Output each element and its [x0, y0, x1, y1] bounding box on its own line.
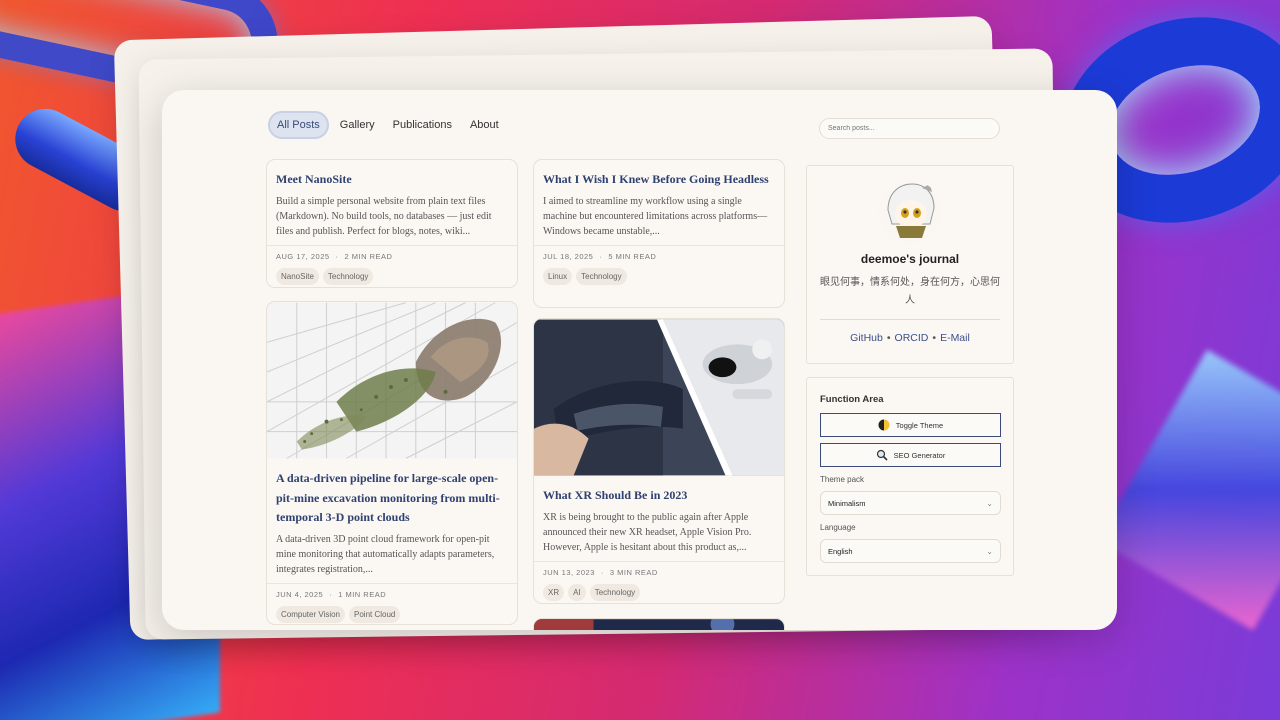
avatar[interactable]: [878, 180, 942, 244]
profile-links: GitHub • ORCID • E-Mail: [807, 332, 1013, 344]
post-excerpt: XR is being brought to the public again …: [543, 511, 752, 553]
main-nav: All Posts Gallery Publications About: [268, 111, 506, 139]
post-tag[interactable]: XR: [543, 583, 565, 601]
toggle-theme-button[interactable]: Toggle Theme: [820, 413, 1001, 437]
post-read-time: 2 MIN READ: [344, 251, 393, 261]
theme-icon: [878, 419, 890, 431]
link-separator: •: [886, 332, 891, 344]
post-title[interactable]: A data-driven pipeline for large-scale o…: [276, 469, 508, 528]
post-read-time: 1 MIN READ: [338, 589, 387, 599]
post-tag[interactable]: Point Cloud: [349, 605, 401, 623]
post-excerpt: I aimed to streamline my workflow using …: [543, 195, 768, 237]
post-card[interactable]: What I Wish I Knew Before Going Headless…: [533, 159, 785, 308]
post-meta: JUN 4, 2025 · 1 MIN READ: [267, 582, 517, 599]
post-date: JUN 13, 2023: [543, 567, 595, 577]
nav-publications[interactable]: Publications: [386, 112, 459, 138]
post-meta: JUL 18, 2025 · 5 MIN READ: [534, 244, 784, 261]
language-label: Language: [820, 523, 856, 532]
post-date: JUN 4, 2025: [276, 589, 324, 599]
post-tag[interactable]: NanoSite: [276, 267, 319, 285]
seo-generator-button[interactable]: SEO Generator: [820, 443, 1001, 467]
link-separator: •: [932, 332, 937, 344]
function-area: Function Area Toggle Theme SEO Generator…: [806, 377, 1014, 576]
theme-pack-value: Minimalism: [828, 498, 866, 508]
post-thumbnail-xr[interactable]: [534, 319, 784, 476]
github-link[interactable]: GitHub: [850, 332, 883, 344]
theme-pack-label: Theme pack: [820, 475, 865, 484]
nav-about[interactable]: About: [463, 112, 506, 138]
post-thumbnail-point-cloud[interactable]: [267, 302, 517, 459]
nav-all-posts[interactable]: All Posts: [268, 111, 329, 139]
theme-pack-select[interactable]: Minimalism ⌄: [820, 491, 1001, 515]
browser-window: All Posts Gallery Publications About Mee…: [162, 90, 1117, 630]
post-thumbnail[interactable]: [534, 619, 784, 630]
post-meta: JUN 13, 2023 · 3 MIN READ: [534, 560, 784, 577]
post-tag[interactable]: Technology: [576, 267, 627, 285]
post-card[interactable]: What XR Should Be in 2023 XR is being br…: [533, 318, 785, 604]
orcid-link[interactable]: ORCID: [895, 332, 929, 344]
language-value: English: [828, 546, 853, 556]
seo-generator-label: SEO Generator: [893, 450, 946, 460]
post-tag[interactable]: Linux: [543, 267, 573, 285]
decorative-glass-shard: [1097, 349, 1280, 631]
site-title: deemoe's journal: [860, 252, 960, 266]
post-excerpt: A data-driven 3D point cloud framework f…: [276, 533, 495, 575]
site-bio: 眼见何事，情系何处，身在何方，心思何人: [820, 277, 1000, 306]
post-read-time: 3 MIN READ: [609, 567, 658, 577]
post-tag[interactable]: Technology: [589, 583, 641, 601]
email-link[interactable]: E-Mail: [940, 332, 970, 344]
post-card[interactable]: A data-driven pipeline for large-scale o…: [266, 301, 518, 625]
magnifier-icon: [876, 449, 888, 461]
profile-card: deemoe's journal 眼见何事，情系何处，身在何方，心思何人 Git…: [806, 165, 1014, 364]
post-tag[interactable]: Computer Vision: [276, 605, 345, 623]
search-input[interactable]: [819, 118, 1000, 139]
toggle-theme-label: Toggle Theme: [895, 420, 944, 430]
post-excerpt: Build a simple personal website from pla…: [276, 195, 492, 237]
post-tag[interactable]: AI: [568, 583, 586, 601]
post-title[interactable]: Meet NanoSite: [276, 170, 508, 190]
post-meta: AUG 17, 2025 · 2 MIN READ: [267, 244, 517, 261]
post-tag[interactable]: Technology: [322, 267, 374, 285]
function-area-title: Function Area: [820, 394, 884, 405]
language-select[interactable]: English ⌄: [820, 539, 1001, 563]
chevron-down-icon: ⌄: [986, 498, 993, 508]
post-title[interactable]: What XR Should Be in 2023: [543, 486, 775, 506]
chevron-down-icon: ⌄: [986, 546, 993, 556]
post-date: AUG 17, 2025: [276, 251, 330, 261]
divider: [820, 319, 1000, 320]
post-date: JUL 18, 2025: [543, 251, 594, 261]
post-read-time: 5 MIN READ: [608, 251, 657, 261]
post-card[interactable]: [533, 618, 785, 630]
nav-gallery[interactable]: Gallery: [333, 112, 382, 138]
post-title[interactable]: What I Wish I Knew Before Going Headless: [543, 170, 775, 190]
post-card[interactable]: Meet NanoSite Build a simple personal we…: [266, 159, 518, 288]
